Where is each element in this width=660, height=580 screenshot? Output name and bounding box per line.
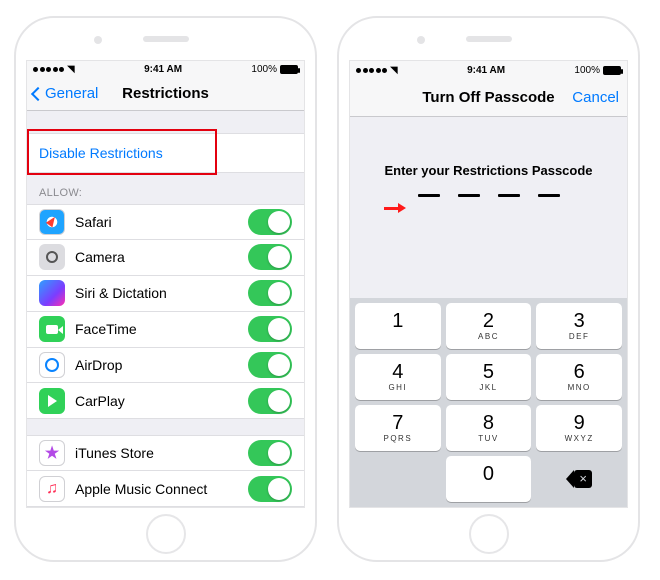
chevron-left-icon [31, 87, 45, 101]
app-label: AirDrop [75, 357, 248, 373]
signal-icon [356, 68, 387, 73]
home-button[interactable] [146, 514, 186, 554]
status-time: 9:41 AM [75, 64, 252, 75]
app-row-facetime[interactable]: FaceTime [27, 312, 304, 348]
battery-icon [280, 65, 298, 74]
toggle-camera[interactable] [248, 244, 292, 270]
key-5[interactable]: 5JKL [446, 354, 532, 400]
app-row-airdrop[interactable]: AirDrop [27, 348, 304, 384]
phone-bezel-top [16, 18, 315, 60]
facetime-icon [39, 316, 65, 342]
toggle-itunes-store[interactable] [248, 440, 292, 466]
battery-percent: 100% [574, 65, 600, 76]
app-row-itunes-store[interactable]: ★ iTunes Store [27, 435, 304, 471]
key-2[interactable]: 2ABC [446, 303, 532, 349]
passcode-digit-1 [418, 194, 440, 197]
backspace-icon [566, 470, 592, 488]
status-bar: ◥ 9:41 AM 100% [27, 61, 304, 77]
passcode-prompt: Enter your Restrictions Passcode [384, 163, 592, 178]
key-7[interactable]: 7PQRS [355, 405, 441, 451]
key-backspace[interactable] [536, 456, 622, 502]
airdrop-icon [39, 352, 65, 378]
key-4[interactable]: 4GHI [355, 354, 441, 400]
app-row-safari[interactable]: Safari [27, 204, 304, 240]
wifi-icon: ◥ [390, 65, 398, 76]
app-label: FaceTime [75, 321, 248, 337]
arrow-annotation [384, 197, 406, 218]
passcode-digit-4 [538, 194, 560, 197]
numeric-keypad: 1 2ABC 3DEF 4GHI 5JKL 6MNO 7PQRS 8TUV 9W… [350, 298, 627, 507]
app-row-siri[interactable]: Siri & Dictation [27, 276, 304, 312]
status-bar: ◥ 9:41 AM 100% [350, 61, 627, 79]
app-label: iTunes Store [75, 445, 248, 461]
wifi-icon: ◥ [67, 64, 75, 75]
camera-icon [39, 244, 65, 270]
phone-passcode: ◥ 9:41 AM 100% Turn Off Passcode Cancel … [337, 16, 640, 562]
app-row-camera[interactable]: Camera [27, 240, 304, 276]
app-label: Safari [75, 214, 248, 230]
key-8[interactable]: 8TUV [446, 405, 532, 451]
app-label: Camera [75, 249, 248, 265]
phone-bezel-top [339, 18, 638, 60]
passcode-digit-3 [498, 194, 520, 197]
itunes-store-icon: ★ [39, 440, 65, 466]
disable-restrictions-row[interactable]: Disable Restrictions [27, 133, 304, 173]
app-row-apple-music[interactable]: ♫ Apple Music Connect [27, 471, 304, 507]
battery-percent: 100% [251, 64, 277, 75]
screen-restrictions: ◥ 9:41 AM 100% General Restrictions Dis [26, 60, 305, 508]
toggle-airdrop[interactable] [248, 352, 292, 378]
app-row-carplay[interactable]: CarPlay [27, 383, 304, 419]
screen-passcode: ◥ 9:41 AM 100% Turn Off Passcode Cancel … [349, 60, 628, 508]
key-blank [355, 456, 441, 502]
nav-bar: General Restrictions [27, 77, 304, 111]
toggle-facetime[interactable] [248, 316, 292, 342]
key-6[interactable]: 6MNO [536, 354, 622, 400]
toggle-carplay[interactable] [248, 388, 292, 414]
key-1[interactable]: 1 [355, 303, 441, 349]
key-3[interactable]: 3DEF [536, 303, 622, 349]
allow-header: ALLOW: [27, 173, 304, 204]
home-button[interactable] [469, 514, 509, 554]
nav-bar: Turn Off Passcode Cancel [350, 79, 627, 117]
siri-icon [39, 280, 65, 306]
app-label: CarPlay [75, 393, 248, 409]
phone-bezel-bottom [16, 508, 315, 560]
toggle-safari[interactable] [248, 209, 292, 235]
key-9[interactable]: 9WXYZ [536, 405, 622, 451]
back-label: General [45, 85, 98, 102]
battery-icon [603, 66, 621, 75]
passcode-digit-2 [458, 194, 480, 197]
disable-restrictions-label: Disable Restrictions [39, 145, 292, 161]
passcode-prompt-area: Enter your Restrictions Passcode [350, 117, 627, 298]
status-time: 9:41 AM [398, 65, 575, 76]
phone-bezel-bottom [339, 508, 638, 560]
toggle-apple-music[interactable] [248, 476, 292, 502]
carplay-icon [39, 388, 65, 414]
phone-restrictions: ◥ 9:41 AM 100% General Restrictions Dis [14, 16, 317, 562]
safari-icon [39, 209, 65, 235]
signal-icon [33, 67, 64, 72]
apple-music-icon: ♫ [39, 476, 65, 502]
back-button[interactable]: General [33, 85, 98, 102]
passcode-field[interactable] [418, 194, 560, 197]
app-label: Siri & Dictation [75, 285, 248, 301]
key-0[interactable]: 0 [446, 456, 532, 502]
toggle-siri[interactable] [248, 280, 292, 306]
app-label: Apple Music Connect [75, 481, 248, 497]
cancel-button[interactable]: Cancel [572, 89, 619, 106]
